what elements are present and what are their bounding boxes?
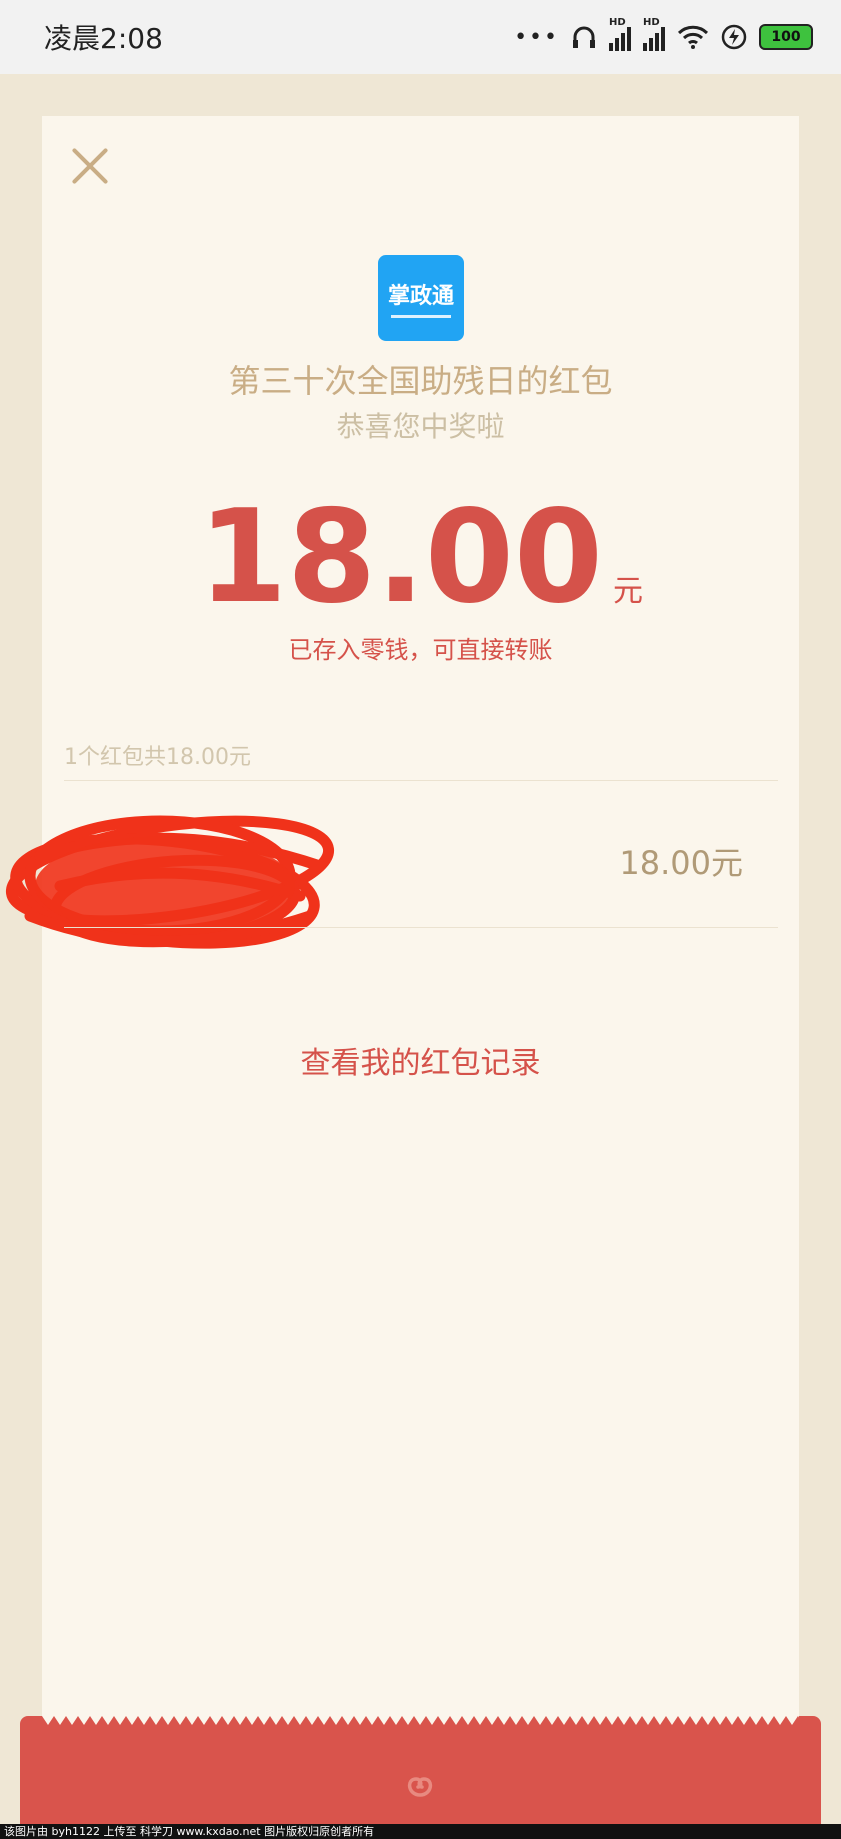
card-zigzag-edge: [42, 1716, 799, 1725]
signal-1-icon: HD: [609, 17, 631, 51]
watermark-footer: 该图片由 byh1122 上传至 科学刀 www.kxdao.net 图片版权归…: [0, 1824, 841, 1839]
record-amount: 18.00元: [619, 844, 743, 882]
amount-display: 18.00 元: [42, 483, 799, 633]
packet-title: 第三十次全国助残日的红包: [228, 362, 613, 400]
close-icon[interactable]: [70, 146, 110, 186]
logo-underline: [391, 315, 451, 318]
battery-level: 100: [771, 29, 801, 45]
more-notifications-icon: •••: [514, 24, 559, 50]
status-time: 凌晨2:08: [44, 22, 163, 55]
divider: [64, 927, 778, 928]
status-icons: ••• HD HD 100: [514, 17, 813, 51]
red-packet-detail-card: 掌政通 第三十次全国助残日的红包 恭喜您中奖啦 18.00 元 已存入零钱，可直接…: [5, 116, 799, 1716]
divider: [64, 780, 778, 781]
stored-note: 已存入零钱，可直接转账: [288, 636, 553, 664]
app-logo: 掌政通: [378, 255, 464, 341]
battery-icon: 100: [759, 24, 813, 50]
packet-subtitle: 恭喜您中奖啦: [336, 410, 505, 443]
redaction-scribble: [5, 815, 335, 949]
logo-text: 掌政通: [387, 284, 454, 309]
amount-unit: 元: [612, 574, 643, 609]
view-history-link[interactable]: 查看我的红包记录: [42, 1038, 799, 1082]
envelope-seal-icon: [400, 1770, 440, 1810]
amount-value: 18.00: [198, 483, 603, 632]
wifi-icon: [677, 25, 709, 49]
signal-2-icon: HD: [643, 17, 665, 51]
charging-icon: [721, 24, 747, 50]
status-bar: 凌晨2:08 ••• HD HD 100: [0, 0, 841, 74]
packet-summary: 1个红包共18.00元: [64, 745, 251, 770]
headphones-icon: [573, 26, 595, 48]
